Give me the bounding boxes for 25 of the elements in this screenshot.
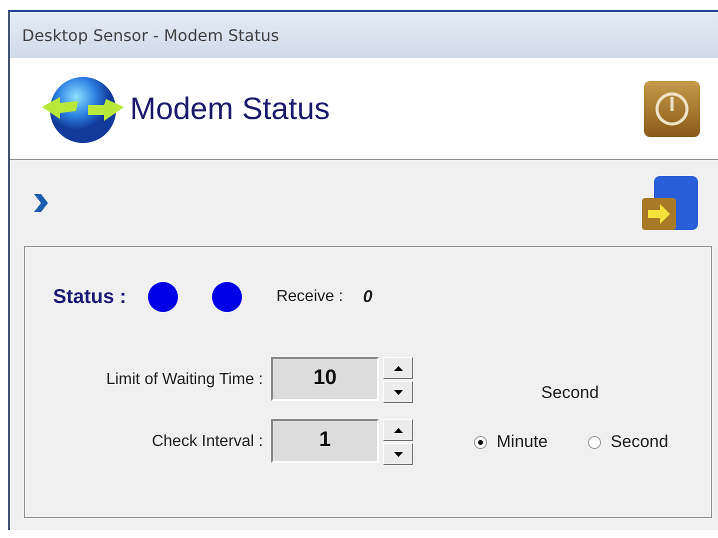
- header-title: Modem Status: [130, 90, 331, 126]
- down-arrow-icon: [394, 390, 402, 394]
- exit-button[interactable]: [640, 174, 700, 232]
- spin-down-button[interactable]: [383, 381, 413, 403]
- number-field[interactable]: 1: [271, 419, 379, 463]
- receive-label: Receive :: [276, 288, 344, 306]
- down-arrow-icon: [394, 452, 402, 456]
- radio-option[interactable]: Minute: [474, 432, 548, 452]
- up-arrow-icon: [394, 428, 402, 432]
- up-arrow-icon: [394, 366, 402, 370]
- radio-option[interactable]: Second: [588, 432, 668, 452]
- number-field[interactable]: 10: [271, 357, 379, 401]
- unit-label: Second: [541, 383, 600, 403]
- spin-up-button[interactable]: [383, 357, 413, 379]
- power-icon: [654, 90, 690, 126]
- window-title: Desktop Sensor - Modem Status: [10, 12, 718, 58]
- receive-value: 0: [363, 287, 373, 307]
- power-button[interactable]: [644, 80, 700, 136]
- status-label: Status :: [53, 286, 126, 308]
- check-interval-label: Check Interval :: [150, 433, 263, 451]
- exit-door-icon: [640, 174, 700, 232]
- spin-up-button[interactable]: [383, 419, 413, 441]
- waiting-time-label: Limit of Waiting Time :: [105, 371, 263, 389]
- chevron-icon[interactable]: [34, 194, 48, 212]
- spin-down-button[interactable]: [383, 443, 413, 465]
